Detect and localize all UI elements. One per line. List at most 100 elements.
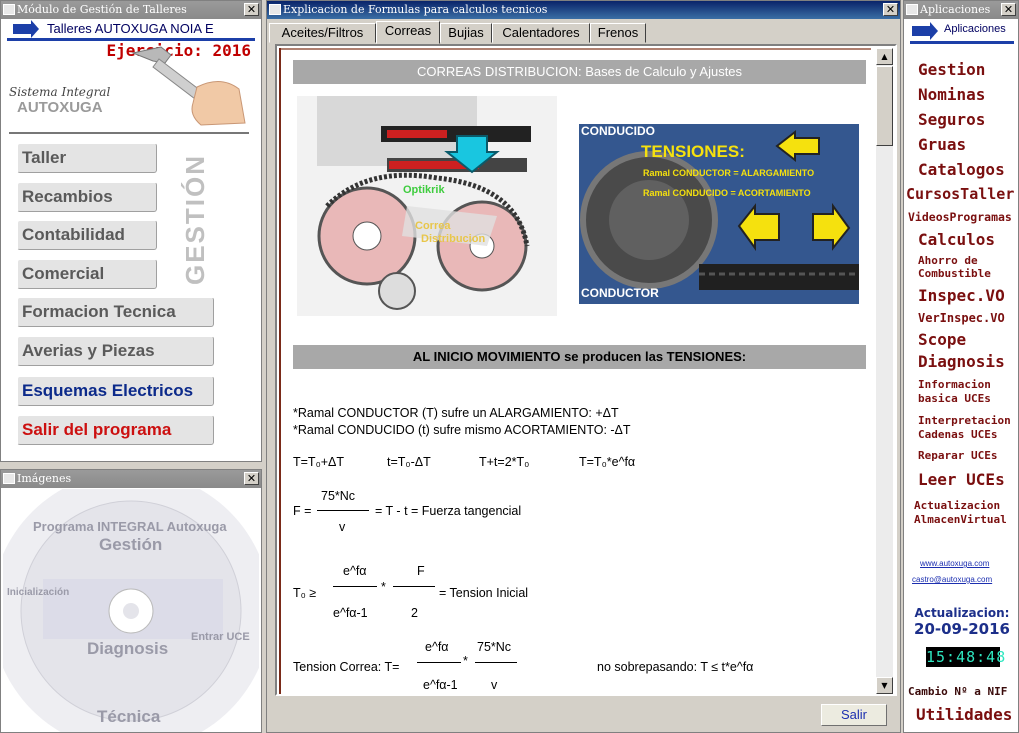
- app-basica-uces[interactable]: basica UCEs: [918, 392, 991, 405]
- cambio-nif-link[interactable]: Cambio Nº a NIF: [908, 685, 1007, 698]
- app-videosprogramas[interactable]: VideosProgramas: [908, 210, 1012, 224]
- brand-name: Talleres AUTOXUGA NOIA E: [47, 21, 214, 36]
- app-interpretacion[interactable]: Interpretacion: [918, 414, 1011, 427]
- imagenes-window: Imágenes ✕ Programa INTEGRAL Autoxuga Ge…: [0, 469, 262, 733]
- close-icon[interactable]: ✕: [1001, 3, 1016, 16]
- app-gruas[interactable]: Gruas: [918, 135, 966, 154]
- close-icon[interactable]: ✕: [883, 3, 898, 16]
- imgs-titlebar[interactable]: Imágenes ✕: [1, 470, 261, 488]
- menu-salir-label: Salir del programa: [22, 420, 172, 439]
- app-reparar-uces[interactable]: Reparar UCEs: [918, 449, 997, 462]
- menu-formacion-button[interactable]: Formacion Tecnica: [17, 297, 214, 327]
- actualizacion-label: Actualizacion:: [914, 606, 1010, 620]
- tab-calentadores[interactable]: Calentadores: [492, 23, 590, 43]
- tab-bujias[interactable]: Bujias: [440, 23, 492, 43]
- scroll-thumb[interactable]: [876, 66, 893, 146]
- content-frame: CORREAS DISTRIBUCION: Bases de Calculo y…: [275, 44, 897, 696]
- menu-recambios-button[interactable]: Recambios: [17, 182, 157, 212]
- center-window-title: Explicacion de Formulas para calculos te…: [283, 3, 548, 16]
- window-icon: [269, 4, 281, 15]
- t0-prefix: T₀ ≥: [293, 586, 317, 600]
- left-titlebar[interactable]: Módulo de Gestión de Talleres ✕: [1, 1, 261, 19]
- window-icon: [3, 473, 15, 484]
- app-inspec-vo[interactable]: Inspec.VO: [918, 286, 1005, 305]
- tc-prefix: Tension Correa: T=: [293, 660, 400, 674]
- arrow-right-icon: [912, 22, 938, 40]
- tab-frenos[interactable]: Frenos: [590, 23, 646, 43]
- window-icon: [3, 4, 15, 15]
- utilidades-link[interactable]: Utilidades: [916, 705, 1012, 724]
- distribucion-label: Distribucion: [421, 233, 486, 245]
- actualizacion-date: 20-09-2016: [914, 620, 1010, 638]
- app-informacion[interactable]: Informacion: [918, 378, 991, 391]
- app-verinspec-vo[interactable]: VerInspec.VO: [918, 311, 1005, 325]
- aplicaciones-divider: [910, 41, 1014, 44]
- scroll-down-icon[interactable]: ▼: [876, 677, 893, 694]
- f-prefix: F =: [293, 504, 312, 518]
- separator: [9, 132, 249, 134]
- line-conducido: *Ramal CONDUCIDO (t) sufre mismo ACORTAM…: [293, 423, 631, 437]
- app-nominas[interactable]: Nominas: [918, 85, 985, 104]
- fraction-line: [393, 586, 435, 587]
- app-combustible[interactable]: Combustible: [918, 267, 991, 280]
- app-ahorro[interactable]: Ahorro de: [918, 254, 978, 267]
- tc-den1: e^fα-1: [423, 678, 458, 692]
- menu-comercial-button[interactable]: Comercial: [17, 259, 157, 289]
- scroll-up-icon[interactable]: ▲: [876, 48, 893, 65]
- center-titlebar[interactable]: Explicacion de Formulas para calculos te…: [267, 1, 900, 19]
- sistema-label: Sistema Integral: [9, 85, 111, 99]
- app-almacenvirtual[interactable]: AlmacenVirtual: [914, 513, 1007, 526]
- app-diagnosis[interactable]: Diagnosis: [918, 352, 1005, 371]
- doc-border-top: [281, 48, 871, 50]
- menu-averias-label: Averias y Piezas: [22, 341, 155, 360]
- tc-rest: no sobrepasando: T ≤ t*e^fα: [597, 660, 754, 674]
- tensiones-photo: CONDUCIDO CONDUCTOR TENSIONES: Ramal CON…: [579, 124, 859, 304]
- app-leer-uces[interactable]: Leer UCEs: [918, 470, 1005, 489]
- t0-rest: = Tension Inicial: [439, 586, 529, 600]
- app-catalogos[interactable]: Catalogos: [918, 160, 1005, 179]
- app-seguros[interactable]: Seguros: [918, 110, 985, 129]
- tc-num1: e^fα: [425, 640, 449, 654]
- digital-clock: 15:48:48: [926, 647, 1007, 667]
- menu-comercial-label: Comercial: [22, 264, 105, 283]
- app-cadenas-uces[interactable]: Cadenas UCEs: [918, 428, 997, 441]
- tab-correas[interactable]: Correas: [376, 21, 440, 44]
- menu-taller-button[interactable]: Taller: [17, 143, 157, 173]
- tab-aceites[interactable]: Aceites/Filtros: [269, 23, 376, 43]
- app-cursostaller[interactable]: CursosTaller: [906, 185, 1014, 203]
- menu-esquemas-button[interactable]: Esquemas Electricos: [17, 376, 214, 406]
- menu-salir-button[interactable]: Salir del programa: [17, 415, 214, 445]
- t0-den2: 2: [411, 606, 418, 620]
- menu-esquemas-label: Esquemas Electricos: [22, 381, 194, 400]
- app-actualizacion[interactable]: Actualizacion: [914, 499, 1000, 512]
- salir-button[interactable]: Salir: [821, 704, 887, 726]
- formulas-window: Explicacion de Formulas para calculos te…: [266, 0, 901, 733]
- email-link[interactable]: castro@autoxuga.com: [912, 575, 992, 584]
- close-icon[interactable]: ✕: [244, 3, 259, 16]
- app-gestion[interactable]: Gestion: [918, 60, 985, 79]
- gestion-vertical-label: GESTIÓN: [180, 149, 215, 289]
- aplicaciones-window: Aplicaciones ✕ Aplicaciones Gestion Nomi…: [903, 0, 1019, 733]
- eq-exp: T=T₀*e^fα: [579, 455, 636, 469]
- vertical-scrollbar[interactable]: ▲ ▼: [876, 48, 893, 694]
- right-titlebar[interactable]: Aplicaciones ✕: [904, 1, 1018, 19]
- engine-illustration: Optikrik Correa Distribucion: [297, 96, 557, 316]
- gestion-talleres-window: Módulo de Gestión de Talleres ✕ Talleres…: [0, 0, 262, 462]
- f-denominator: v: [339, 520, 346, 534]
- close-icon[interactable]: ✕: [244, 472, 259, 485]
- app-calculos[interactable]: Calculos: [918, 230, 995, 249]
- fraction-line: [317, 510, 369, 511]
- menu-recambios-label: Recambios: [22, 187, 113, 206]
- website-link[interactable]: www.autoxuga.com: [920, 559, 989, 568]
- gestion-vertical-text: GESTIÓN: [180, 153, 211, 286]
- menu-contabilidad-button[interactable]: Contabilidad: [17, 220, 157, 250]
- eq-sum: T+t=2*T₀: [479, 455, 530, 469]
- cd-entrar-uce: Entrar UCE: [191, 631, 250, 643]
- ramal-conducido-label: Ramal CONDUCIDO = ACORTAMIENTO: [643, 188, 811, 198]
- f-numerator: 75*Nc: [321, 489, 356, 503]
- brand-bar: Talleres AUTOXUGA NOIA E: [7, 20, 257, 38]
- tc-num2: 75*Nc: [477, 640, 512, 654]
- eq-T: T=T₀+ΔT: [293, 455, 345, 469]
- menu-averias-button[interactable]: Averias y Piezas: [17, 336, 214, 366]
- app-scope[interactable]: Scope: [918, 330, 966, 349]
